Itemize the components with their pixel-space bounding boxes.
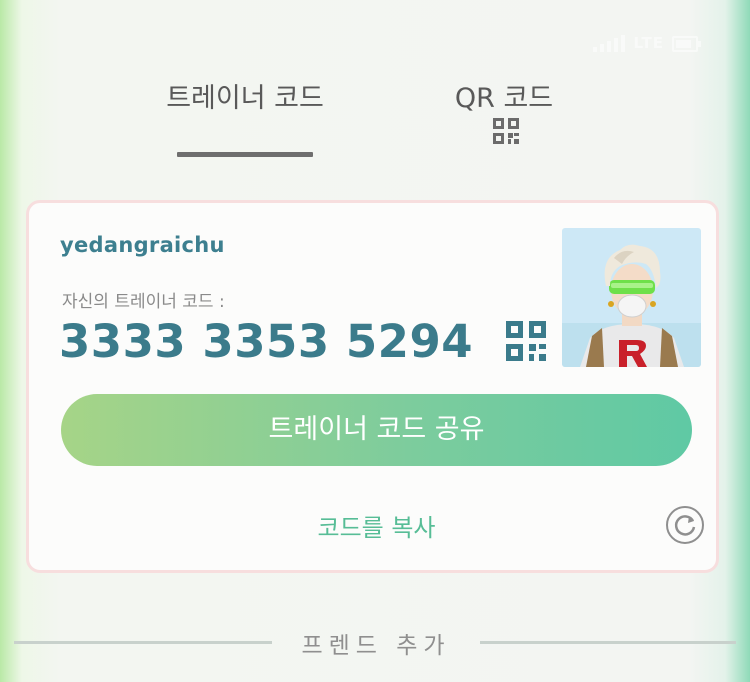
qr-code-icon[interactable]	[493, 118, 519, 144]
battery-icon	[672, 36, 701, 52]
signal-icon	[593, 34, 626, 52]
active-tab-indicator	[177, 152, 313, 157]
tab-trainer-code[interactable]: 트레이너 코드	[160, 76, 330, 115]
tab-qr-code[interactable]: QR 코드	[424, 76, 584, 115]
add-friend-section-title: 프렌드 추가	[301, 633, 451, 659]
trainer-code-card: yedangraichu 자신의 트레이너 코드 : 3333 3353 529…	[26, 200, 719, 573]
trainer-username: yedangraichu	[60, 233, 225, 257]
trainer-code-value[interactable]: 3333 3353 5294	[59, 315, 473, 368]
share-trainer-code-button[interactable]: 트레이너 코드 공유	[61, 394, 692, 466]
trainer-code-label: 자신의 트레이너 코드 :	[62, 292, 225, 312]
section-divider	[14, 641, 272, 644]
refresh-icon[interactable]	[665, 505, 705, 545]
status-bar: LTE	[593, 34, 701, 52]
qr-code-icon[interactable]	[506, 321, 546, 361]
section-divider	[480, 641, 736, 644]
trainer-avatar[interactable]	[562, 228, 701, 367]
network-type: LTE	[633, 34, 664, 52]
copy-code-button[interactable]: 코드를 복사	[229, 508, 524, 543]
